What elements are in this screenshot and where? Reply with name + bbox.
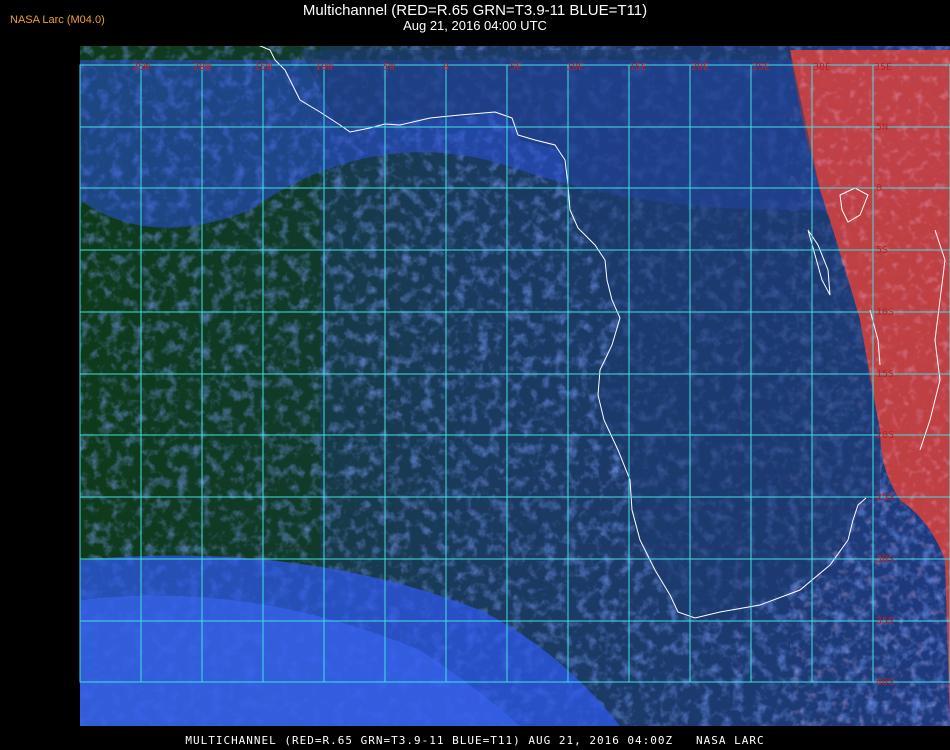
lon-label: 15W xyxy=(254,62,273,73)
lat-label: 0 xyxy=(876,183,882,194)
lat-label: 5N xyxy=(876,122,888,133)
satellite-map: 25W 20W 15W 10W 5W 0 5E 10E 15E 20E 25E … xyxy=(79,46,950,726)
lat-label: 20S xyxy=(876,430,894,441)
lat-label: 5S xyxy=(876,245,888,256)
lon-label: 20W xyxy=(193,62,212,73)
lon-label: 25W xyxy=(132,62,151,73)
lon-label: 5W xyxy=(383,62,396,73)
footer-caption: MULTICHANNEL (RED=R.65 GRN=T3.9-11 BLUE=… xyxy=(185,734,765,747)
lon-label: 10E xyxy=(566,62,584,73)
lat-label: 35S xyxy=(876,616,894,627)
lon-label: 10W xyxy=(315,62,334,73)
lon-label: 20E xyxy=(691,62,709,73)
lon-label: 35E xyxy=(874,62,892,73)
lat-label: 40S xyxy=(876,677,894,688)
lon-label: 25E xyxy=(752,62,770,73)
lat-label: 10S xyxy=(876,307,894,318)
lon-label: 30E xyxy=(813,62,831,73)
lon-label: 5E xyxy=(510,62,522,73)
lat-label: 15S xyxy=(876,369,894,380)
lon-label: 15E xyxy=(629,62,647,73)
lon-label: 0 xyxy=(443,62,449,73)
lat-label: 25S xyxy=(876,492,894,503)
lat-label: 30S xyxy=(876,554,894,565)
